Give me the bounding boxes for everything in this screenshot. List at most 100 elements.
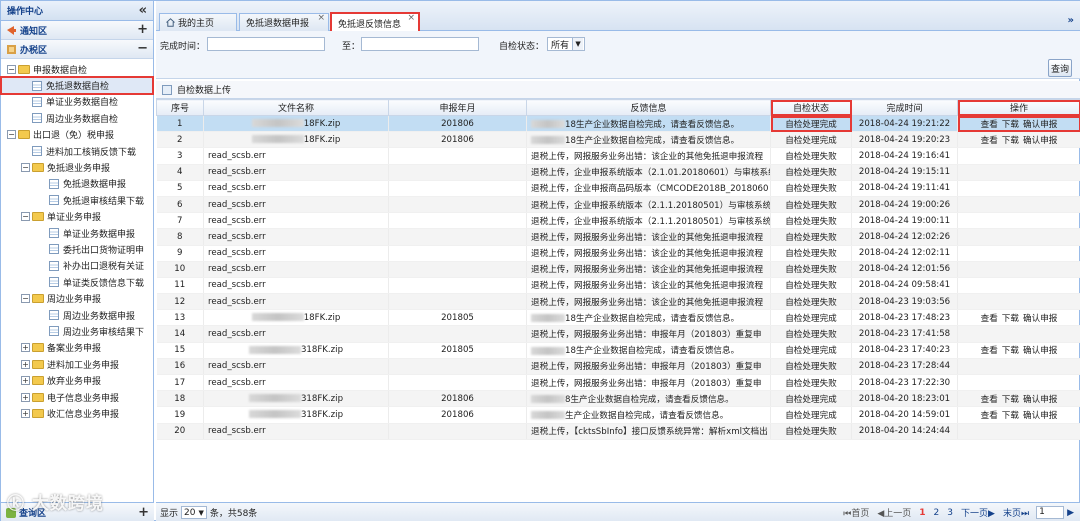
- section-tax[interactable]: 办税区 −: [1, 40, 153, 59]
- table-row[interactable]: 3 read_scsb.err 退税上传，网报服务业务出错：该企业的其他免抵退申报流…: [156, 147, 1080, 165]
- table-row[interactable]: 14 read_scsb.err 退税上传，网报服务业务出错：申报年月（201803…: [156, 325, 1080, 343]
- tree-item[interactable]: − 单证业务申报: [1, 209, 153, 225]
- expand-query-icon[interactable]: +: [138, 506, 149, 519]
- table-row[interactable]: 19 318FK.zip 201806 生产企业数据自检完成，请查看反馈信息。 自检处理…: [156, 406, 1080, 424]
- view-link[interactable]: 查看: [981, 314, 998, 324]
- expand-toggle-icon[interactable]: +: [21, 392, 30, 402]
- tree-item[interactable]: 免抵退数据申报: [1, 176, 153, 192]
- tree-item[interactable]: − 申报数据自检: [1, 61, 153, 77]
- date-from-input[interactable]: [207, 37, 325, 51]
- confirm-declare-link[interactable]: 确认申报: [1023, 314, 1057, 324]
- table-row[interactable]: 17 read_scsb.err 退税上传，网报服务业务出错：申报年月（201803…: [156, 374, 1080, 392]
- status-select[interactable]: 所有 ▼: [547, 37, 585, 51]
- upload-toolbar[interactable]: 自检数据上传: [156, 81, 1080, 99]
- view-link[interactable]: 查看: [981, 346, 998, 356]
- download-link[interactable]: 下载: [1002, 314, 1019, 324]
- col-no[interactable]: 序号: [156, 99, 204, 116]
- go-page-icon[interactable]: ▶: [1067, 508, 1074, 518]
- collapse-toggle-icon[interactable]: −: [21, 163, 30, 173]
- tab-declare[interactable]: 免抵退数据申报 ×: [239, 13, 329, 31]
- confirm-declare-link[interactable]: 确认申报: [1023, 411, 1057, 421]
- table-row[interactable]: 20 read_scsb.err 退税上传，【cktsSbInfo】接口反馈系统异常…: [156, 423, 1080, 440]
- table-row[interactable]: 18 318FK.zip 201806 8生产企业数据自检完成，请查看反馈信息。 自检处…: [156, 390, 1080, 408]
- tree-item[interactable]: 单证类反馈信息下载: [1, 274, 153, 290]
- col-feedback[interactable]: 反馈信息: [526, 99, 771, 116]
- view-link[interactable]: 查看: [981, 411, 998, 421]
- collapse-toggle-icon[interactable]: −: [7, 64, 16, 74]
- table-row[interactable]: 16 read_scsb.err 退税上传，网报服务业务出错：申报年月（201803…: [156, 358, 1080, 376]
- col-file[interactable]: 文件名称: [203, 99, 389, 116]
- col-status[interactable]: 自检状态: [770, 99, 852, 116]
- tree-item[interactable]: 免抵退审核结果下载: [1, 192, 153, 208]
- tree-item[interactable]: 单证业务数据自检: [1, 94, 153, 110]
- section-query[interactable]: 查询区 +: [1, 502, 154, 521]
- table-row[interactable]: 1 18FK.zip 201806 18生产企业数据自检完成，请查看反馈信息。 自检处理…: [156, 115, 1080, 133]
- expand-icon[interactable]: +: [137, 23, 148, 36]
- tree-item[interactable]: − 周边业务申报: [1, 290, 153, 306]
- query-button[interactable]: 查询: [1048, 59, 1072, 77]
- tree-item[interactable]: + 备案业务申报: [1, 340, 153, 356]
- download-link[interactable]: 下载: [1002, 346, 1019, 356]
- next-page-button[interactable]: 下一页▶: [961, 506, 995, 519]
- table-row[interactable]: 12 read_scsb.err 退税上传，网报服务业务出错：该企业的其他免抵退申报…: [156, 293, 1080, 311]
- tree-item[interactable]: − 免抵退业务申报: [1, 159, 153, 175]
- tree-item[interactable]: 周边业务数据自检: [1, 110, 153, 126]
- close-icon[interactable]: ×: [407, 13, 415, 23]
- page-1[interactable]: 1: [919, 508, 925, 518]
- col-ops[interactable]: 操作: [957, 99, 1080, 116]
- table-row[interactable]: 7 read_scsb.err 退税上传，企业申报系统版本（2.1.1.201805…: [156, 212, 1080, 230]
- expand-toggle-icon[interactable]: +: [21, 343, 30, 353]
- tree-item[interactable]: 单证业务数据申报: [1, 225, 153, 241]
- expand-toggle-icon[interactable]: +: [21, 408, 30, 418]
- table-row[interactable]: 5 read_scsb.err 退税上传，企业申报商品码版本（CMCODE2018B…: [156, 180, 1080, 197]
- collapse-toggle-icon[interactable]: −: [7, 130, 16, 140]
- confirm-declare-link[interactable]: 确认申报: [1023, 346, 1057, 356]
- table-row[interactable]: 13 18FK.zip 201805 18生产企业数据自检完成，请查看反馈信息。 自检处…: [156, 309, 1080, 327]
- download-link[interactable]: 下载: [1002, 136, 1019, 146]
- confirm-declare-link[interactable]: 确认申报: [1023, 395, 1057, 405]
- page-number-input[interactable]: 1: [1036, 506, 1065, 519]
- section-notice[interactable]: 通知区 +: [1, 21, 153, 40]
- view-link[interactable]: 查看: [981, 120, 998, 130]
- table-row[interactable]: 9 read_scsb.err 退税上传，网报服务业务出错：该企业的其他免抵退申报流…: [156, 245, 1080, 262]
- tab-feedback[interactable]: 免抵退反馈信息 ×: [330, 12, 420, 33]
- download-link[interactable]: 下载: [1002, 411, 1019, 421]
- tree-item[interactable]: + 收汇信息业务申报: [1, 405, 153, 421]
- col-time[interactable]: 完成时间: [851, 99, 958, 116]
- expand-toggle-icon[interactable]: +: [21, 359, 30, 369]
- tab-overflow-icon[interactable]: »: [1068, 15, 1074, 26]
- table-row[interactable]: 4 read_scsb.err 退税上传，企业申报系统版本（2.1.01.20180…: [156, 164, 1080, 181]
- collapse-toggle-icon[interactable]: −: [21, 212, 30, 222]
- table-row[interactable]: 2 18FK.zip 201806 18生产企业数据自检完成，请查看反馈信息。 自检处理…: [156, 131, 1080, 149]
- tree-item[interactable]: + 进料加工业务申报: [1, 356, 153, 372]
- date-to-input[interactable]: [361, 37, 479, 51]
- prev-page-button[interactable]: ◀上一页: [877, 506, 911, 519]
- close-icon[interactable]: ×: [317, 13, 325, 23]
- tree-item[interactable]: + 电子信息业务申报: [1, 389, 153, 405]
- tab-home[interactable]: 我的主页: [159, 13, 237, 31]
- download-link[interactable]: 下载: [1002, 120, 1019, 130]
- view-link[interactable]: 查看: [981, 136, 998, 146]
- page-3[interactable]: 3: [947, 508, 953, 518]
- table-row[interactable]: 11 read_scsb.err 退税上传，网报服务业务出错：该企业的其他免抵退申报…: [156, 277, 1080, 295]
- page-size-select[interactable]: 20 ▼: [181, 506, 207, 519]
- page-2[interactable]: 2: [934, 508, 940, 518]
- tree-item[interactable]: − 出口退（免）税申报: [1, 127, 153, 143]
- tree-item[interactable]: 委托出口货物证明申: [1, 241, 153, 257]
- last-page-button[interactable]: 末页⏭: [1003, 506, 1029, 519]
- col-ym[interactable]: 申报年月: [388, 99, 527, 116]
- confirm-declare-link[interactable]: 确认申报: [1023, 120, 1057, 130]
- expand-toggle-icon[interactable]: +: [21, 376, 30, 386]
- first-page-button[interactable]: ⏮首页: [843, 506, 869, 519]
- tree-item[interactable]: 补办出口退税有关证: [1, 258, 153, 274]
- tree-item[interactable]: 进料加工核销反馈下载: [1, 143, 153, 159]
- tree-item[interactable]: + 放弃业务申报: [1, 372, 153, 388]
- tree-item[interactable]: 免抵退数据自检: [0, 76, 154, 95]
- table-row[interactable]: 15 318FK.zip 201805 18生产企业数据自检完成，请查看反馈信息。 自检…: [156, 342, 1080, 359]
- collapse-toggle-icon[interactable]: −: [21, 294, 30, 304]
- collapse-icon[interactable]: −: [137, 42, 148, 55]
- view-link[interactable]: 查看: [981, 395, 998, 405]
- collapse-sidebar-icon[interactable]: «: [139, 4, 147, 17]
- tree-item[interactable]: 周边业务审核结果下: [1, 323, 153, 339]
- confirm-declare-link[interactable]: 确认申报: [1023, 136, 1057, 146]
